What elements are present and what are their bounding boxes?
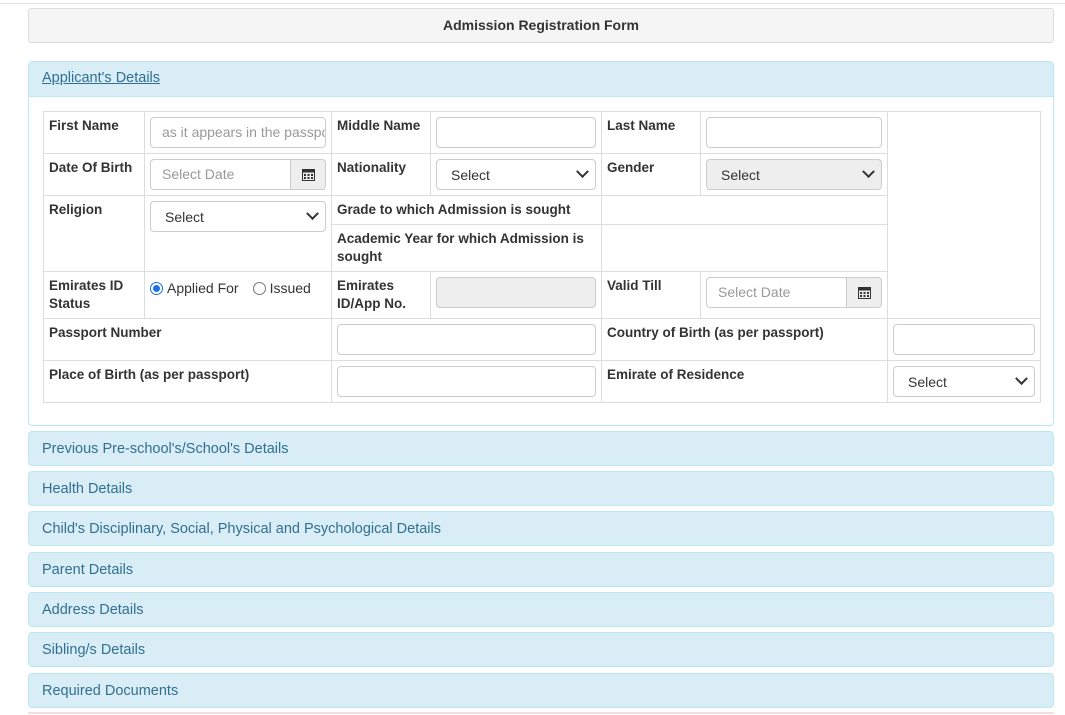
eid-no-label: Emirates ID/App No.	[331, 271, 431, 319]
dob-calendar-button[interactable]	[290, 159, 326, 190]
empty-cell	[887, 111, 1041, 319]
first-name-label: First Name	[43, 111, 145, 154]
section-disciplinary[interactable]: Child's Disciplinary, Social, Physical a…	[28, 511, 1054, 546]
religion-label: Religion	[43, 195, 145, 272]
emirate-label: Emirate of Residence	[601, 360, 888, 403]
valid-till-label: Valid Till	[601, 271, 701, 319]
gender-select[interactable]: Select	[706, 159, 882, 190]
religion-value: Select	[165, 208, 204, 225]
country-birth-label: Country of Birth (as per passport)	[601, 318, 888, 361]
country-birth-input[interactable]	[893, 324, 1035, 355]
applicant-details-header: Applicant's Details	[29, 62, 1053, 97]
eid-issued-radio[interactable]	[252, 281, 266, 295]
applicant-details-table: First Name as it appears in the passport…	[43, 111, 1041, 403]
academic-year-label: Academic Year for which Admission is sou…	[331, 224, 602, 272]
religion-select[interactable]: Select	[150, 201, 326, 232]
gender-label: Gender	[601, 153, 701, 196]
passport-label: Passport Number	[43, 318, 332, 361]
section-required-documents[interactable]: Required Documents	[28, 673, 1054, 708]
calendar-icon	[301, 169, 315, 181]
chevron-down-icon	[576, 165, 589, 179]
section-previous-school[interactable]: Previous Pre-school's/School's Details	[28, 431, 1054, 466]
grade-value-cell	[601, 195, 888, 225]
eid-status-radio-group: Applied For Issued	[150, 279, 326, 297]
place-birth-label: Place of Birth (as per passport)	[43, 360, 332, 403]
top-divider	[0, 3, 1065, 4]
form-title: Admission Registration Form	[28, 8, 1054, 43]
eid-no-input[interactable]	[436, 277, 596, 308]
chevron-down-icon	[862, 165, 875, 179]
applicant-details-toggle[interactable]: Applicant's Details	[42, 70, 160, 86]
nationality-value: Select	[451, 166, 490, 183]
calendar-icon	[857, 287, 871, 299]
passport-input[interactable]	[337, 324, 596, 355]
valid-till-calendar-button[interactable]	[846, 277, 882, 308]
valid-till-input[interactable]: Select Date	[706, 277, 846, 308]
dob-date-picker: Select Date	[150, 159, 326, 190]
first-name-input[interactable]: as it appears in the passport	[150, 117, 326, 148]
eid-issued-label: Issued	[269, 280, 311, 296]
section-address[interactable]: Address Details	[28, 592, 1054, 627]
nationality-select[interactable]: Select	[436, 159, 596, 190]
gender-value: Select	[721, 166, 760, 183]
bottom-divider	[28, 712, 1054, 714]
chevron-down-icon	[1015, 372, 1028, 386]
last-name-input[interactable]	[706, 117, 882, 148]
section-sibling[interactable]: Sibling/s Details	[28, 632, 1054, 667]
chevron-down-icon	[306, 207, 319, 221]
nationality-label: Nationality	[331, 153, 431, 196]
section-parent[interactable]: Parent Details	[28, 552, 1054, 587]
place-birth-input[interactable]	[337, 366, 596, 397]
grade-label: Grade to which Admission is sought	[331, 195, 602, 225]
dob-label: Date Of Birth	[43, 153, 145, 196]
middle-name-label: Middle Name	[331, 111, 431, 154]
eid-status-label: Emirates ID Status	[43, 271, 145, 319]
academic-year-value-cell	[601, 224, 888, 272]
applicant-details-panel: Applicant's Details First Name as it app…	[28, 61, 1054, 426]
emirate-value: Select	[908, 373, 947, 390]
section-health[interactable]: Health Details	[28, 471, 1054, 506]
middle-name-input[interactable]	[436, 117, 596, 148]
last-name-label: Last Name	[601, 111, 701, 154]
valid-till-date-picker: Select Date	[706, 277, 882, 308]
dob-input[interactable]: Select Date	[150, 159, 290, 190]
eid-applied-radio[interactable]	[150, 281, 163, 295]
eid-applied-label: Applied For	[167, 280, 239, 296]
emirate-select[interactable]: Select	[893, 366, 1035, 397]
